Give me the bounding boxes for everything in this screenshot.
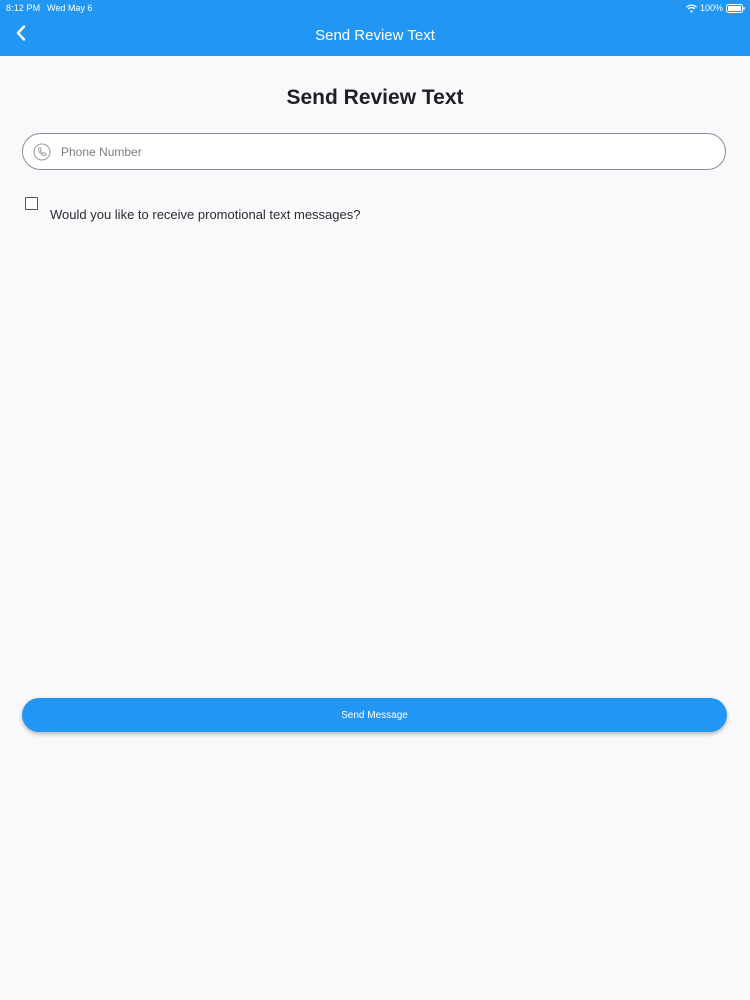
- status-date: Wed May 6: [47, 3, 93, 13]
- page-title: Send Review Text: [286, 86, 464, 109]
- battery-icon: [726, 3, 745, 13]
- send-message-label: Send Message: [341, 709, 408, 721]
- phone-number-input[interactable]: [61, 144, 701, 159]
- promo-opt-in-checkbox[interactable]: [25, 197, 38, 210]
- phone-icon: [33, 143, 51, 161]
- phone-number-field[interactable]: [22, 133, 726, 170]
- battery-percent: 100%: [699, 3, 723, 13]
- status-time: 8:12 PM: [6, 3, 41, 13]
- app-header: 8:12 PM Wed May 6 100% Send Review Text: [0, 0, 750, 56]
- promo-opt-in-label: Would you like to receive promotional te…: [50, 207, 361, 222]
- wifi-icon: [686, 3, 697, 13]
- status-indicators: 100%: [686, 2, 745, 14]
- nav-title: Send Review Text: [315, 27, 435, 44]
- send-message-button[interactable]: Send Message: [22, 698, 727, 732]
